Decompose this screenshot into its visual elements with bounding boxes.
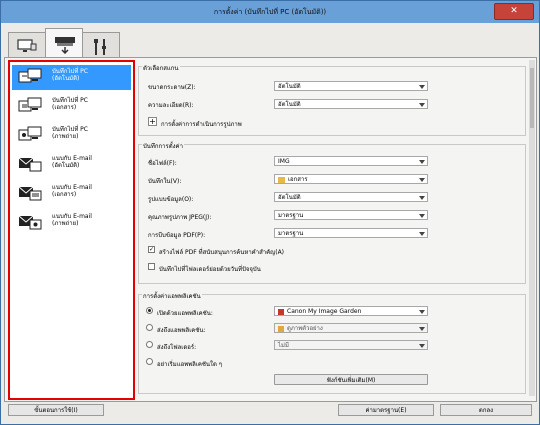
title-bar[interactable]: การตั้งค่า (บันทึกไปที่ PC (อัตโนมัติ)) …	[1, 1, 539, 23]
sidebar-item-email-auto[interactable]: แนบกับ E-mail (อัตโนมัติ)	[12, 152, 131, 177]
paper-size-label: ขนาดกระดาษ(Z):	[148, 84, 196, 91]
open-app-select[interactable]: Canon My Image Garden	[274, 306, 428, 316]
send-app-label: ส่งถึงแอพพลิเคชัน:	[157, 327, 206, 334]
tab-scan-from-operation-panel[interactable]	[45, 28, 83, 59]
email-icon	[18, 186, 42, 201]
pdf-compression-label: การบีบข้อมูล PDF(P):	[148, 232, 206, 239]
save-in-select[interactable]: เอกสาร	[274, 174, 428, 184]
create-pdf-keyword-label: สร้างไฟล์ PDF ที่สนับสนุนการค้นหาคำสำคัญ…	[159, 249, 285, 256]
resolution-value: อัตโนมัติ	[278, 101, 301, 108]
save-to-pc-icon	[18, 68, 42, 83]
sidebar-item-email-photo[interactable]: แนบกับ E-mail (ภาพถ่าย)	[12, 210, 131, 235]
resolution-label: ความละเอียด(R):	[148, 102, 194, 109]
scan-mode-sidebar: บันทึกไปที่ PC (อัตโนมัติ) บันทึกไปที่ P…	[8, 60, 135, 400]
save-to-pc-icon	[18, 97, 42, 112]
settings-content: ตัวเลือกสแกน ขนาดกระดาษ(Z): อัตโนมัติ คว…	[136, 60, 528, 396]
sidebar-item-save-to-pc-photo[interactable]: บันทึกไปที่ PC (ภาพถ่าย)	[12, 123, 131, 148]
email-icon	[18, 215, 42, 230]
send-app-select[interactable]: ดูภาพตัวอย่าง	[274, 323, 428, 333]
folder-icon	[278, 176, 285, 183]
open-app-value: Canon My Image Garden	[287, 308, 362, 315]
tab-scan-from-computer[interactable]	[8, 32, 46, 58]
data-format-select[interactable]: อัตโนมัติ	[274, 192, 428, 202]
file-name-value: IMG	[278, 158, 290, 165]
chevron-down-icon	[419, 327, 425, 331]
send-folder-label: ส่งถึงโฟลเดอร์:	[157, 344, 197, 351]
jpeg-quality-select[interactable]: มาตรฐาน	[274, 210, 428, 220]
no-app-radio[interactable]	[146, 358, 153, 365]
computer-icon	[17, 39, 37, 52]
sidebar-item-save-to-pc-auto[interactable]: บันทึกไปที่ PC (อัตโนมัติ)	[12, 65, 131, 90]
data-format-label: รูปแบบข้อมูล(O):	[148, 196, 194, 203]
email-icon	[18, 157, 42, 172]
open-app-radio[interactable]	[146, 307, 153, 314]
data-format-value: อัตโนมัติ	[278, 194, 301, 201]
chevron-down-icon	[419, 85, 425, 89]
save-in-value: เอกสาร	[288, 176, 308, 183]
send-folder-radio[interactable]	[146, 341, 153, 348]
instructions-button[interactable]: ขั้นตอนการใช้(I)	[8, 404, 104, 416]
sidebar-item-label: บันทึกไปที่ PC (เอกสาร)	[52, 97, 88, 111]
chevron-down-icon	[419, 178, 425, 182]
scrollbar-thumb[interactable]	[530, 68, 534, 128]
image-processing-label[interactable]: การตั้งค่าการดำเนินการรูปภาพ	[161, 119, 242, 129]
app-icon	[278, 308, 284, 315]
sidebar-item-label: แนบกับ E-mail (ภาพถ่าย)	[52, 213, 92, 227]
send-folder-select[interactable]: ไม่มี	[274, 340, 428, 350]
preview-icon	[278, 325, 284, 332]
save-subfolder-checkbox[interactable]	[148, 263, 155, 270]
jpeg-quality-value: มาตรฐาน	[278, 212, 304, 219]
sidebar-item-label: แนบกับ E-mail (อัตโนมัติ)	[52, 155, 92, 169]
chevron-down-icon	[419, 310, 425, 314]
expand-plus-icon[interactable]: +	[148, 117, 157, 126]
file-name-select[interactable]: IMG	[274, 156, 428, 166]
chevron-down-icon	[419, 344, 425, 348]
tools-icon	[94, 39, 106, 55]
vertical-scrollbar[interactable]	[529, 60, 535, 396]
chevron-down-icon	[419, 196, 425, 200]
save-in-label: บันทึกใน(V):	[148, 178, 182, 185]
jpeg-quality-label: คุณภาพรูปภาพ JPEG(J):	[148, 214, 212, 221]
chevron-down-icon	[419, 232, 425, 236]
save-to-pc-icon	[18, 126, 42, 141]
more-functions-button[interactable]: ฟังก์ชันเพิ่มเติม(M)	[274, 374, 428, 385]
sidebar-item-email-document[interactable]: แนบกับ E-mail (เอกสาร)	[12, 181, 131, 206]
chevron-down-icon	[419, 103, 425, 107]
open-app-label: เปิดด้วยแอพพลิเคชัน:	[157, 310, 213, 317]
app-settings-title: การตั้งค่าแอพพลิเคชัน	[142, 291, 202, 301]
tab-general-settings[interactable]	[82, 32, 120, 58]
pdf-compression-value: มาตรฐาน	[278, 230, 304, 237]
send-folder-value: ไม่มี	[278, 342, 289, 349]
chevron-down-icon	[419, 160, 425, 164]
no-app-label: อย่าเริ่มแอพพลิเคชันใด ๆ	[157, 361, 222, 368]
scan-options-title: ตัวเลือกสแกน	[142, 63, 180, 73]
paper-size-value: อัตโนมัติ	[278, 83, 301, 90]
file-name-label: ชื่อไฟล์(F):	[148, 160, 177, 167]
send-app-radio[interactable]	[146, 324, 153, 331]
sidebar-item-label: บันทึกไปที่ PC (ภาพถ่าย)	[52, 126, 88, 140]
scanner-icon	[55, 37, 75, 54]
sidebar-item-label: แนบกับ E-mail (เอกสาร)	[52, 184, 92, 198]
create-pdf-keyword-checkbox[interactable]: ✓	[148, 246, 155, 253]
send-app-value: ดูภาพตัวอย่าง	[287, 325, 323, 332]
chevron-down-icon	[419, 214, 425, 218]
resolution-select[interactable]: อัตโนมัติ	[274, 99, 428, 109]
defaults-button[interactable]: ค่ามาตรฐาน(E)	[338, 404, 434, 416]
save-settings-title: บันทึกการตั้งค่า	[142, 141, 184, 151]
ok-button[interactable]: ตกลง	[440, 404, 532, 416]
sidebar-item-label: บันทึกไปที่ PC (อัตโนมัติ)	[52, 68, 88, 82]
window-title: การตั้งค่า (บันทึกไปที่ PC (อัตโนมัติ))	[213, 8, 327, 16]
save-subfolder-label: บันทึกไปที่โฟลเดอร์ย่อยด้วยวันที่ปัจจุบั…	[159, 266, 261, 273]
close-button[interactable]: ✕	[494, 3, 534, 20]
paper-size-select[interactable]: อัตโนมัติ	[274, 81, 428, 91]
pdf-compression-select[interactable]: มาตรฐาน	[274, 228, 428, 238]
sidebar-item-save-to-pc-document[interactable]: บันทึกไปที่ PC (เอกสาร)	[12, 94, 131, 119]
